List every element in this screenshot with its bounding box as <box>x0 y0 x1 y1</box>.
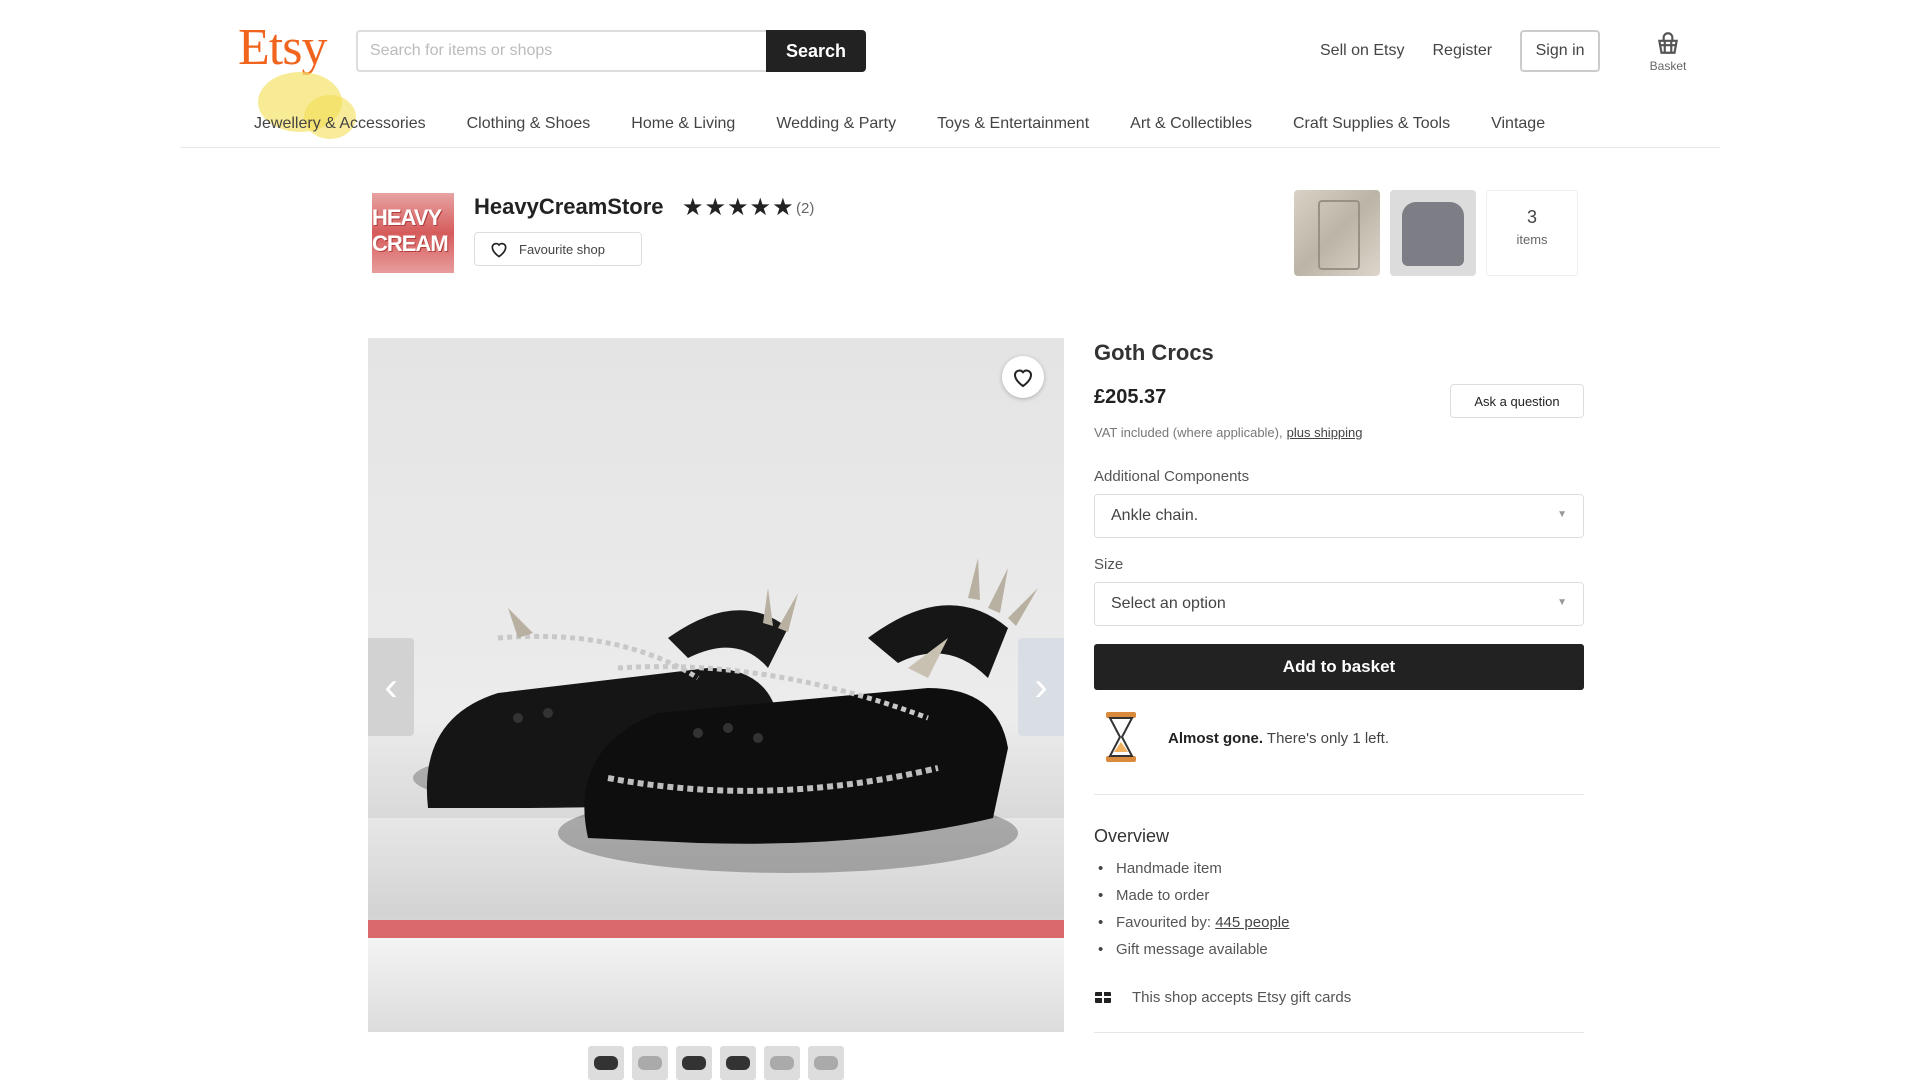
product-title: Goth Crocs <box>1094 340 1214 365</box>
category-nav: Jewellery & Accessories Clothing & Shoes… <box>180 100 1720 148</box>
scarcity-text: Almost gone. There's only 1 left. <box>1168 730 1389 747</box>
search-bar: Search <box>356 30 866 72</box>
favourite-shop-button[interactable]: Favourite shop <box>474 232 642 266</box>
nav-item-art[interactable]: Art & Collectibles <box>1130 115 1252 133</box>
shop-logo-line-1: HEAVY <box>372 205 442 230</box>
add-to-basket-button[interactable]: Add to basket <box>1094 644 1584 690</box>
heart-outline-icon <box>1013 369 1033 388</box>
account-links: Sell on Etsy Register Sign in <box>1320 30 1601 72</box>
chevron-down-icon: ▼ <box>1557 597 1567 608</box>
overview-item: Gift message available <box>1094 941 1289 968</box>
favourite-shop-label: Favourite shop <box>519 241 605 257</box>
chevron-left-icon: ‹ <box>384 664 398 709</box>
additional-components-value: Ankle chain. <box>1111 507 1199 524</box>
ask-question-button[interactable]: Ask a question <box>1450 384 1584 418</box>
size-select[interactable]: Select an option ▼ <box>1094 582 1584 626</box>
scarcity-bold: Almost gone. <box>1168 730 1264 747</box>
divider <box>1094 794 1584 795</box>
hourglass-icon <box>1106 712 1136 762</box>
additional-components-label: Additional Components <box>1094 468 1250 485</box>
overview-heading[interactable]: Overview <box>1094 826 1169 847</box>
nav-item-vintage[interactable]: Vintage <box>1491 115 1545 133</box>
shop-items-count-box[interactable]: 3 items <box>1486 190 1578 276</box>
sign-in-button[interactable]: Sign in <box>1520 30 1601 72</box>
shop-rating-stars: ★★★★★ <box>682 194 795 221</box>
overview-list: Handmade item Made to order Favourited b… <box>1094 860 1289 968</box>
size-label: Size <box>1094 556 1124 573</box>
shop-rating-count[interactable]: (2) <box>796 200 814 217</box>
basket-button[interactable]: Basket <box>1638 30 1698 73</box>
shipping-link[interactable]: plus shipping <box>1287 425 1363 440</box>
shop-item-thumbnail[interactable] <box>1294 190 1380 276</box>
image-thumbnail[interactable] <box>764 1046 800 1080</box>
next-image-button[interactable]: › <box>1018 638 1064 736</box>
nav-item-clothing[interactable]: Clothing & Shoes <box>467 115 591 133</box>
image-thumbnail[interactable] <box>720 1046 756 1080</box>
basket-icon <box>1658 32 1678 54</box>
basket-label: Basket <box>1649 59 1687 73</box>
heart-outline-icon <box>491 242 507 258</box>
image-thumbnail[interactable] <box>632 1046 668 1080</box>
nav-item-craft[interactable]: Craft Supplies & Tools <box>1293 115 1450 133</box>
image-thumbnails <box>588 1046 852 1080</box>
chevron-right-icon: › <box>1034 664 1048 709</box>
size-value: Select an option <box>1111 595 1226 612</box>
vat-note: VAT included (where applicable), plus shi… <box>1094 425 1363 440</box>
favourite-item-button[interactable] <box>1002 356 1044 398</box>
favourited-prefix: Favourited by: <box>1116 914 1212 931</box>
shop-header: HEAVY CREAM HeavyCreamStore ★★★★★ (2) Fa… <box>372 190 1582 280</box>
nav-item-jewellery[interactable]: Jewellery & Accessories <box>254 115 426 133</box>
shop-logo-line-2: CREAM <box>372 231 449 256</box>
gift-card-notice: This shop accepts Etsy gift cards <box>1094 988 1351 1006</box>
favourited-people-link[interactable]: 445 people <box>1215 914 1289 931</box>
register-link[interactable]: Register <box>1432 42 1492 60</box>
nav-item-toys[interactable]: Toys & Entertainment <box>937 115 1089 133</box>
image-thumbnail[interactable] <box>588 1046 624 1080</box>
site-header: Etsy Search Sell on Etsy Register Sign i… <box>0 0 1920 150</box>
search-button[interactable]: Search <box>766 30 866 72</box>
vat-text: VAT included (where applicable), <box>1094 425 1283 440</box>
scarcity-detail: There's only 1 left. <box>1266 730 1390 747</box>
nav-item-home[interactable]: Home & Living <box>631 115 735 133</box>
divider <box>1094 1032 1584 1033</box>
product-details-panel: Goth Crocs £205.37 Ask a question VAT in… <box>1094 338 1584 1033</box>
shop-item-thumbnail[interactable] <box>1390 190 1476 276</box>
gift-card-text: This shop accepts Etsy gift cards <box>1132 988 1352 1006</box>
overview-item: Favourited by: 445 people <box>1094 914 1289 941</box>
scarcity-notice: Almost gone. There's only 1 left. <box>1094 710 1584 770</box>
overview-item: Handmade item <box>1094 860 1289 887</box>
product-price: £205.37 <box>1094 386 1167 408</box>
gift-card-icon <box>1095 992 1111 1003</box>
clogs-illustration <box>413 558 1038 873</box>
nav-item-wedding[interactable]: Wedding & Party <box>776 115 896 133</box>
shop-name[interactable]: HeavyCreamStore <box>474 194 664 220</box>
image-thumbnail[interactable] <box>808 1046 844 1080</box>
search-input[interactable] <box>356 30 768 72</box>
previous-image-button[interactable]: ‹ <box>368 638 414 736</box>
shop-logo[interactable]: HEAVY CREAM <box>372 193 454 273</box>
additional-components-select[interactable]: Ankle chain. ▼ <box>1094 494 1584 538</box>
product-image[interactable]: ‹ › <box>368 338 1064 1032</box>
chevron-down-icon: ▼ <box>1557 509 1567 520</box>
overview-item: Made to order <box>1094 887 1289 914</box>
image-thumbnail[interactable] <box>676 1046 712 1080</box>
sell-on-etsy-link[interactable]: Sell on Etsy <box>1320 42 1404 60</box>
shop-items-count: 3 <box>1526 207 1537 227</box>
shop-items-label: items <box>1516 232 1548 247</box>
